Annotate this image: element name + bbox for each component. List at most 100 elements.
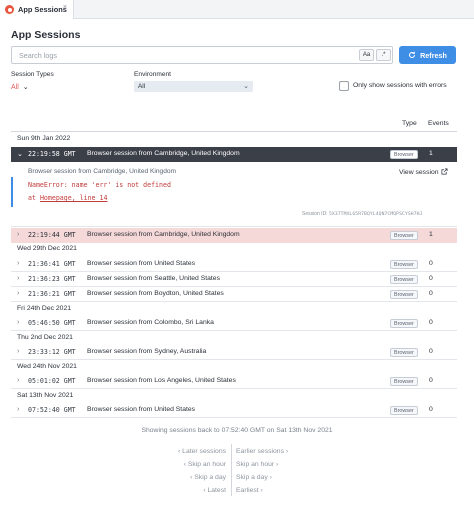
type-badge: Browser — [390, 260, 418, 269]
event-count: 0 — [429, 319, 433, 326]
error-message: NameError: name 'err' is not defined — [28, 181, 171, 189]
environment-select[interactable]: All ⌄ — [134, 81, 253, 92]
detail-source: Browser session from Cambridge, United K… — [28, 168, 177, 175]
view-session-label: View session — [399, 169, 439, 176]
type-badge: Browser — [390, 290, 418, 299]
session-description: Browser session from Seattle, United Sta… — [87, 275, 220, 282]
tab-app-sessions[interactable]: App Sessions × — [0, 0, 74, 19]
session-row[interactable]: › 21:36:21 GMT Browser session from Boyd… — [11, 287, 457, 302]
errors-only-checkbox[interactable] — [339, 81, 349, 91]
session-time: 21:36:21 GMT — [28, 290, 76, 298]
chevron-right-icon: › — [17, 348, 20, 355]
session-detail-panel: Browser session from Cambridge, United K… — [11, 163, 457, 227]
chevron-right-icon: › — [17, 319, 20, 326]
external-link-icon — [441, 168, 448, 175]
session-types-label: Session Types — [11, 71, 54, 78]
event-count: 0 — [429, 275, 433, 282]
error-location-link[interactable]: Homepage, line 14 — [40, 194, 108, 202]
refresh-icon — [409, 51, 416, 58]
event-count: 0 — [429, 260, 433, 267]
session-description: Browser session from Los Angeles, United… — [87, 377, 236, 384]
search-input[interactable] — [12, 47, 352, 63]
event-count: 0 — [429, 290, 433, 297]
chevron-down-icon: ⌄ — [22, 84, 29, 91]
view-session-link[interactable]: View session — [399, 168, 448, 176]
session-time: 07:52:40 GMT — [28, 406, 76, 414]
tab-bar: App Sessions × — [0, 0, 474, 19]
session-row[interactable]: › 22:19:44 GMT Browser session from Camb… — [11, 228, 457, 243]
session-time: 21:36:41 GMT — [28, 260, 76, 268]
skip-hour-back-link[interactable]: ‹ Skip an hour — [178, 458, 226, 471]
date-heading: Fri 24th Dec 2021 — [17, 305, 72, 312]
session-row[interactable]: › 05:46:50 GMT Browser session from Colo… — [11, 316, 457, 331]
date-heading: Sat 13th Nov 2021 — [17, 392, 74, 399]
event-count: 0 — [429, 377, 433, 384]
event-count: 0 — [429, 406, 433, 413]
column-header-type: Type — [402, 120, 417, 127]
type-badge: Browser — [390, 275, 418, 284]
match-case-button[interactable]: Aa — [359, 49, 374, 61]
type-badge: Browser — [390, 150, 418, 159]
session-time: 05:01:02 GMT — [28, 377, 76, 385]
skip-day-back-link[interactable]: ‹ Skip a day — [178, 471, 226, 484]
latest-link[interactable]: ‹ Latest — [178, 484, 226, 497]
event-count: 1 — [429, 150, 433, 157]
session-description: Browser session from United States — [87, 406, 196, 413]
page-title: App Sessions — [11, 29, 81, 41]
session-row[interactable]: › 23:33:12 GMT Browser session from Sydn… — [11, 345, 457, 360]
session-time: 21:36:23 GMT — [28, 275, 76, 283]
session-time: 05:46:50 GMT — [28, 319, 76, 327]
type-badge: Browser — [390, 319, 418, 328]
session-row[interactable]: › 21:36:23 GMT Browser session from Seat… — [11, 272, 457, 287]
session-time: 23:33:12 GMT — [28, 348, 76, 356]
type-badge: Browser — [390, 377, 418, 386]
event-count: 0 — [429, 348, 433, 355]
chevron-right-icon: › — [17, 231, 20, 238]
regex-button[interactable]: .* — [376, 49, 391, 61]
chevron-right-icon: › — [17, 290, 20, 297]
chevron-down-icon: ⌄ — [243, 83, 249, 90]
session-description: Browser session from Cambridge, United K… — [87, 150, 240, 157]
type-badge: Browser — [390, 348, 418, 357]
chevron-down-icon: ⌄ — [17, 151, 23, 158]
chevron-right-icon: › — [17, 377, 20, 384]
session-row[interactable]: › 05:01:02 GMT Browser session from Los … — [11, 374, 457, 389]
chevron-right-icon: › — [17, 406, 20, 413]
type-badge: Browser — [390, 231, 418, 240]
environment-label: Environment — [134, 71, 172, 78]
tab-close-icon[interactable]: × — [63, 4, 67, 11]
environment-value: All — [138, 83, 146, 90]
date-heading: Wed 24th Nov 2021 — [17, 363, 77, 370]
detail-accent-bar — [11, 177, 13, 207]
session-description: Browser session from Boydton, United Sta… — [87, 290, 224, 297]
column-header-events: Events — [428, 120, 449, 127]
earliest-link[interactable]: Earliest › — [236, 484, 288, 497]
later-sessions-link[interactable]: ‹ Later sessions — [178, 445, 226, 458]
session-time: 22:19:58 GMT — [28, 150, 76, 158]
chevron-right-icon: › — [17, 260, 20, 267]
session-description: Browser session from Sydney, Australia — [87, 348, 207, 355]
session-types-select[interactable]: All ⌄ — [11, 82, 29, 92]
session-row[interactable]: ⌄ 22:19:58 GMT Browser session from Camb… — [11, 147, 457, 162]
sessions-range-note: Showing sessions back to 07:52:40 GMT on… — [141, 427, 333, 434]
date-heading: Thu 2nd Dec 2021 — [17, 334, 73, 341]
session-row[interactable]: › 21:36:41 GMT Browser session from Unit… — [11, 257, 457, 272]
session-types-value: All — [11, 83, 19, 91]
session-id: Session ID: 5X37TMXL65R7BQYL4QN7CMQPSCYS… — [302, 211, 422, 217]
date-heading: Sun 9th Jan 2022 — [17, 135, 71, 142]
pager-divider — [231, 444, 232, 496]
app-logo-icon — [5, 5, 14, 14]
skip-hour-fwd-link[interactable]: Skip an hour › — [236, 458, 288, 471]
session-description: Browser session from Colombo, Sri Lanka — [87, 319, 214, 326]
session-time: 22:19:44 GMT — [28, 231, 76, 239]
earlier-sessions-link[interactable]: Earlier sessions › — [236, 445, 288, 458]
session-row[interactable]: › 07:52:40 GMT Browser session from Unit… — [11, 403, 457, 418]
session-description: Browser session from Cambridge, United K… — [87, 231, 240, 238]
skip-day-fwd-link[interactable]: Skip a day › — [236, 471, 288, 484]
session-id-value: 5X37TMXL65R7BQYL4QN7CMQPSCYSH7HJ — [328, 212, 423, 217]
error-location-prefix: at — [28, 194, 36, 202]
chevron-right-icon: › — [17, 275, 20, 282]
event-count: 1 — [429, 231, 433, 238]
error-location: at Homepage, line 14 — [28, 194, 107, 202]
refresh-button[interactable]: Refresh — [399, 46, 456, 64]
